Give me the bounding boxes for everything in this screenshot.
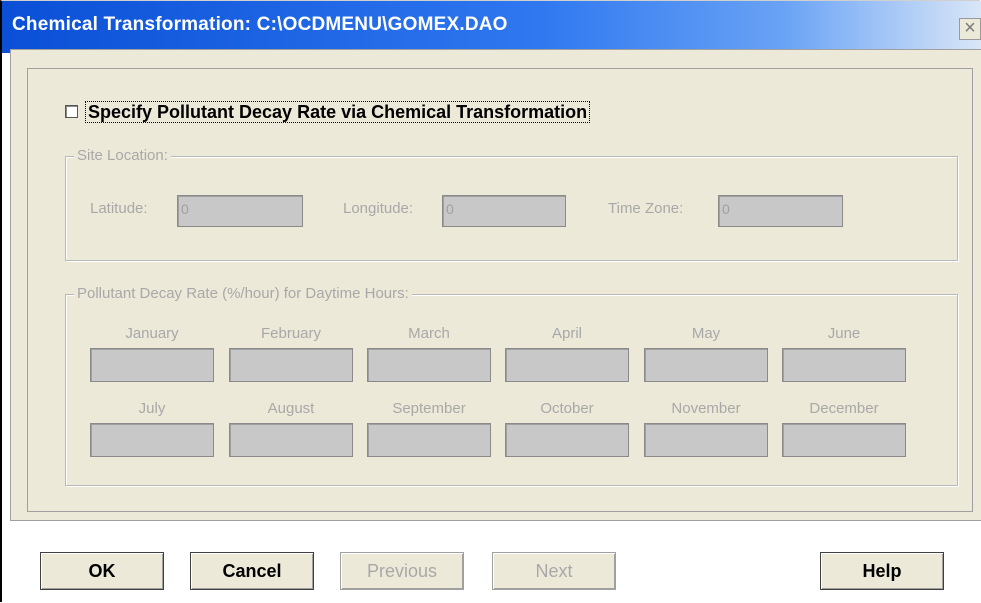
month-label-august: August (267, 400, 315, 417)
month-input-june[interactable] (782, 348, 906, 382)
decay-rate-group: Pollutant Decay Rate (%/hour) for Daytim… (65, 285, 958, 486)
month-input-july[interactable] (90, 423, 214, 457)
month-label-december: December (809, 400, 879, 417)
ok-button[interactable]: OK (40, 552, 164, 590)
month-label-september: September (392, 400, 466, 417)
latitude-label: Latitude: (90, 200, 148, 217)
longitude-input[interactable]: 0 (442, 195, 566, 227)
dialog-window: Chemical Transformation: C:\OCDMENU\GOME… (0, 0, 981, 602)
site-location-title: Site Location: (74, 147, 171, 164)
decay-rate-title: Pollutant Decay Rate (%/hour) for Daytim… (74, 285, 412, 302)
month-input-may[interactable] (644, 348, 768, 382)
timezone-input[interactable]: 0 (718, 195, 843, 227)
cancel-button[interactable]: Cancel (190, 552, 314, 590)
close-icon[interactable]: × (959, 18, 981, 40)
month-label-june: June (827, 325, 861, 342)
previous-button[interactable]: Previous (340, 552, 464, 590)
next-button[interactable]: Next (492, 552, 616, 590)
month-label-may: May (691, 325, 721, 342)
longitude-label: Longitude: (343, 200, 414, 217)
month-input-september[interactable] (367, 423, 491, 457)
decay-checkbox[interactable] (65, 105, 78, 118)
window-title: Chemical Transformation: C:\OCDMENU\GOME… (12, 14, 508, 35)
title-bar[interactable]: Chemical Transformation: C:\OCDMENU\GOME… (2, 1, 981, 53)
month-label-july: July (138, 400, 166, 417)
month-input-december[interactable] (782, 423, 906, 457)
month-input-april[interactable] (505, 348, 629, 382)
latitude-input[interactable]: 0 (177, 195, 303, 227)
timezone-label: Time Zone: (608, 200, 684, 217)
month-label-january: January (125, 325, 179, 342)
month-label-march: March (408, 325, 450, 342)
month-input-october[interactable] (505, 423, 629, 457)
month-input-february[interactable] (229, 348, 353, 382)
month-label-february: February (260, 325, 322, 342)
month-input-august[interactable] (229, 423, 353, 457)
month-label-april: April (551, 325, 582, 342)
month-input-january[interactable] (90, 348, 214, 382)
month-label-november: November (671, 400, 741, 417)
help-button[interactable]: Help (820, 552, 944, 590)
month-label-october: October (540, 400, 594, 417)
month-input-march[interactable] (367, 348, 491, 382)
decay-checkbox-label[interactable]: Specify Pollutant Decay Rate via Chemica… (85, 101, 591, 123)
month-input-november[interactable] (644, 423, 768, 457)
